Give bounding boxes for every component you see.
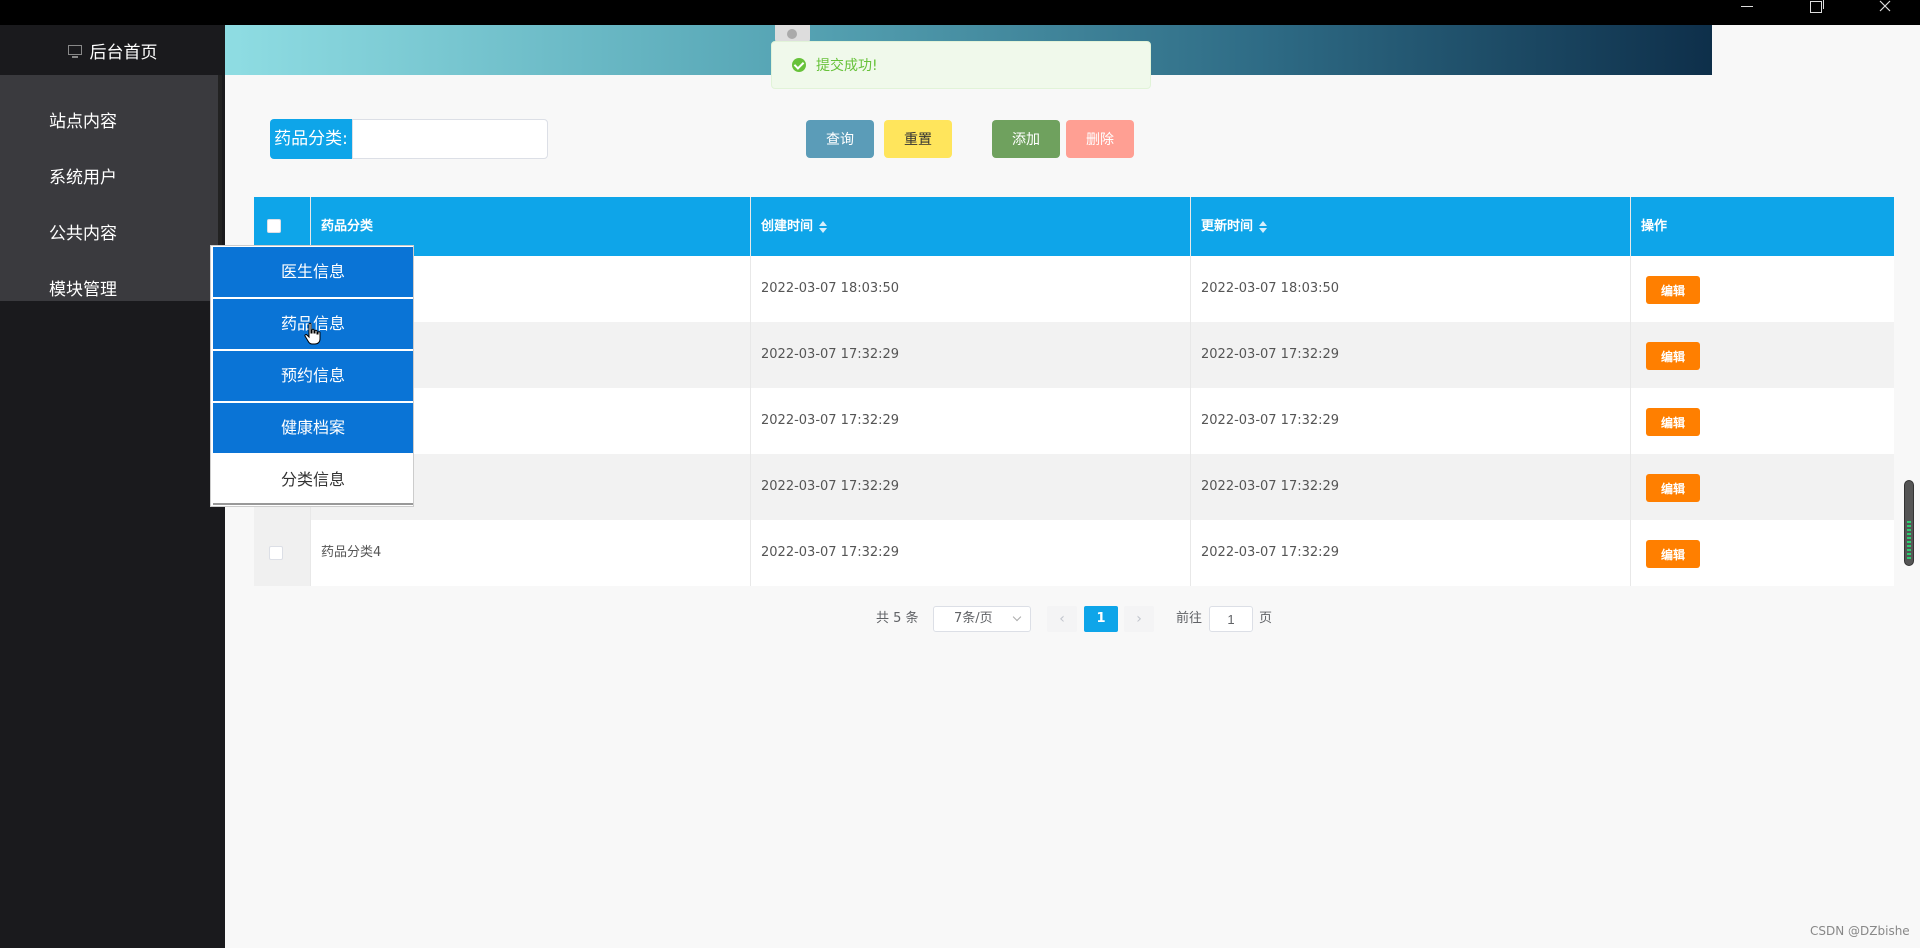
pagination-total: 共 5 条 [876,611,919,626]
column-header-updated[interactable]: 更新时间 [1191,197,1631,256]
prev-page-button[interactable]: ‹ [1047,606,1077,632]
cell-updated: 2022-03-07 17:32:29 [1191,520,1631,586]
table-row: 2022-03-07 18:03:50 2022-03-07 18:03:50 … [254,256,1894,322]
module-submenu: 医生信息 药品信息 预约信息 健康档案 分类信息 [210,245,414,507]
cell-created: 2022-03-07 17:32:29 [751,454,1191,520]
hand-cursor-icon [304,322,321,345]
cell-updated: 2022-03-07 17:32:29 [1191,388,1631,454]
column-header-actions: 操作 [1641,219,1668,234]
sidebar-menu: 站点内容 系统用户 公共内容 模块管理 [0,75,218,301]
submenu-item-appointment-info[interactable]: 预约信息 [213,351,413,401]
success-toast: 提交成功! [771,41,1151,89]
sidebar-home-link[interactable]: 后台首页 [0,25,225,75]
goto-unit: 页 [1259,611,1273,626]
edit-button[interactable]: 编辑 [1646,408,1700,436]
cell-updated: 2022-03-07 18:03:50 [1191,256,1631,322]
goto-label: 前往 [1176,611,1203,626]
query-button[interactable]: 查询 [806,120,874,158]
row-checkbox[interactable] [269,546,283,560]
table-header: 药品分类 创建时间 更新时间 操作 [254,197,1894,256]
select-all-checkbox[interactable] [267,219,281,233]
delete-button[interactable]: 删除 [1066,120,1134,158]
edit-button[interactable]: 编辑 [1646,276,1700,304]
sort-icon[interactable] [819,220,828,233]
watermark: CSDN @DZbishe [1810,924,1910,938]
table-row: 药品分类4 2022-03-07 17:32:29 2022-03-07 17:… [254,520,1894,586]
page-size-select[interactable]: 7条/页 [933,606,1031,632]
sidebar-item-public-content[interactable]: 公共内容 [49,219,117,249]
edit-button[interactable]: 编辑 [1646,540,1700,568]
monitor-icon [67,45,82,58]
minimize-icon[interactable] [1722,0,1772,14]
close-icon[interactable] [1860,0,1910,14]
sidebar-item-site-content[interactable]: 站点内容 [49,107,117,137]
submenu-item-health-records[interactable]: 健康档案 [213,403,413,453]
category-search-input[interactable] [352,119,548,159]
sidebar: 后台首页 站点内容 系统用户 公共内容 模块管理 [0,25,225,948]
success-check-icon [792,58,806,72]
add-button[interactable]: 添加 [992,120,1060,158]
submenu-item-category-info[interactable]: 分类信息 [213,455,413,505]
cell-category: 药品分类4 [311,520,751,586]
window-titlebar [0,0,1920,25]
toast-message: 提交成功! [816,58,878,74]
restore-icon[interactable] [1790,0,1840,14]
reset-button[interactable]: 重置 [884,120,952,158]
cell-created: 2022-03-07 18:03:50 [751,256,1191,322]
cell-updated: 2022-03-07 17:32:29 [1191,322,1631,388]
next-page-button[interactable]: › [1124,606,1154,632]
edit-button[interactable]: 编辑 [1646,474,1700,502]
page-scrollbar[interactable] [1904,480,1914,566]
table-row: 2022-03-07 17:32:29 2022-03-07 17:32:29 … [254,454,1894,520]
edit-button[interactable]: 编辑 [1646,342,1700,370]
submenu-item-doctor-info[interactable]: 医生信息 [213,247,413,297]
sidebar-item-system-users[interactable]: 系统用户 [49,163,117,193]
goto-page-input[interactable] [1209,606,1253,632]
column-header-created[interactable]: 创建时间 [751,197,1191,256]
sidebar-item-module-management[interactable]: 模块管理 [49,275,117,305]
cell-created: 2022-03-07 17:32:29 [751,322,1191,388]
cell-updated: 2022-03-07 17:32:29 [1191,454,1631,520]
cell-created: 2022-03-07 17:32:29 [751,388,1191,454]
table-row: 2022-03-07 17:32:29 2022-03-07 17:32:29 … [254,388,1894,454]
page-number-current[interactable]: 1 [1084,606,1118,632]
table-row: 2022-03-07 17:32:29 2022-03-07 17:32:29 … [254,322,1894,388]
sidebar-home-label: 后台首页 [89,42,158,63]
cell-created: 2022-03-07 17:32:29 [751,520,1191,586]
sort-icon[interactable] [1259,220,1268,233]
search-label: 药品分类: [270,119,352,159]
